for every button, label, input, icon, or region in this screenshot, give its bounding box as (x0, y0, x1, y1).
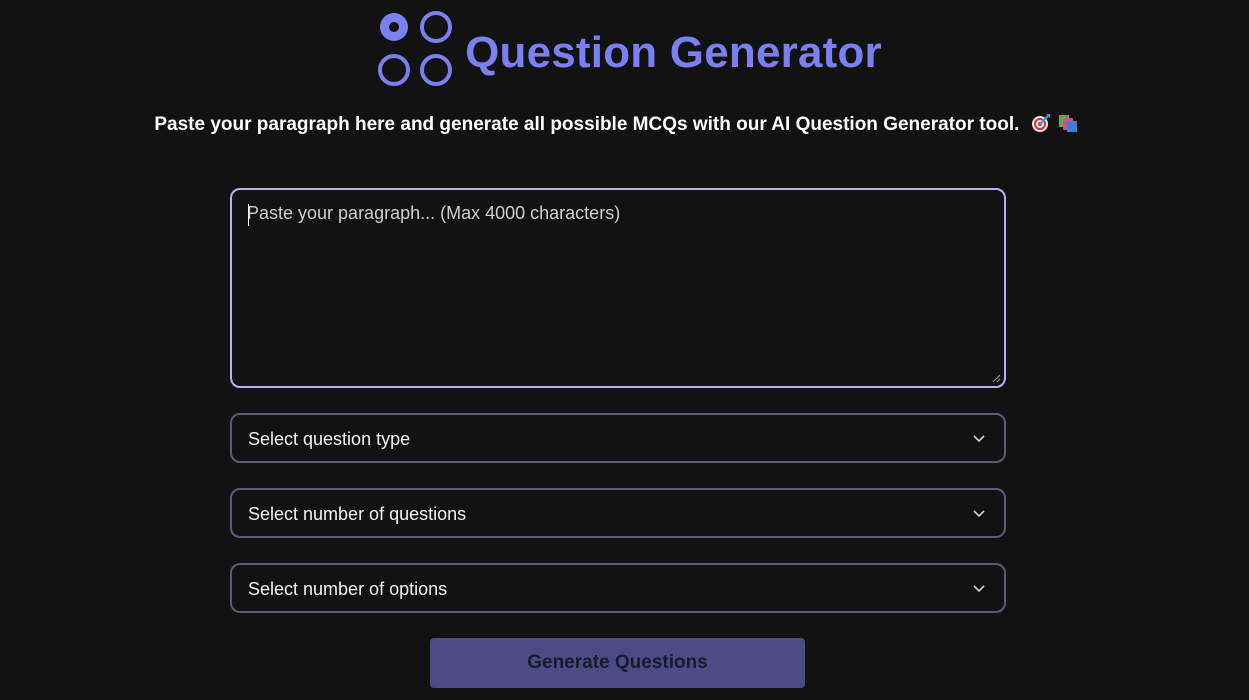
four-circles-logo-icon (378, 11, 453, 86)
page-title: Question Generator (465, 28, 882, 77)
subtitle-text: Paste your paragraph here and generate a… (154, 114, 1020, 135)
target-icon (1031, 114, 1050, 132)
chevron-down-icon (973, 434, 985, 442)
paragraph-input[interactable] (232, 190, 1004, 386)
page: Question Generator Paste your paragraph … (0, 0, 1249, 700)
number-of-questions-select[interactable]: Select number of questions (230, 488, 1006, 538)
books-icon (1058, 115, 1077, 132)
page-subtitle: Paste your paragraph here and generate a… (0, 113, 1233, 136)
question-form: Select question type Select number of qu… (230, 188, 1006, 613)
header: Question Generator (0, 10, 1249, 88)
paragraph-textarea-container (230, 188, 1006, 388)
generate-questions-button[interactable]: Generate Questions (430, 638, 805, 688)
number-of-options-label: Select number of options (248, 578, 448, 599)
text-caret (248, 204, 249, 226)
question-type-label: Select question type (248, 428, 411, 449)
question-type-select[interactable]: Select question type (230, 413, 1006, 463)
number-of-questions-label: Select number of questions (248, 503, 467, 524)
resize-handle-icon[interactable] (992, 374, 1001, 383)
chevron-down-icon (973, 584, 985, 592)
number-of-options-select[interactable]: Select number of options (230, 563, 1006, 613)
chevron-down-icon (973, 509, 985, 517)
